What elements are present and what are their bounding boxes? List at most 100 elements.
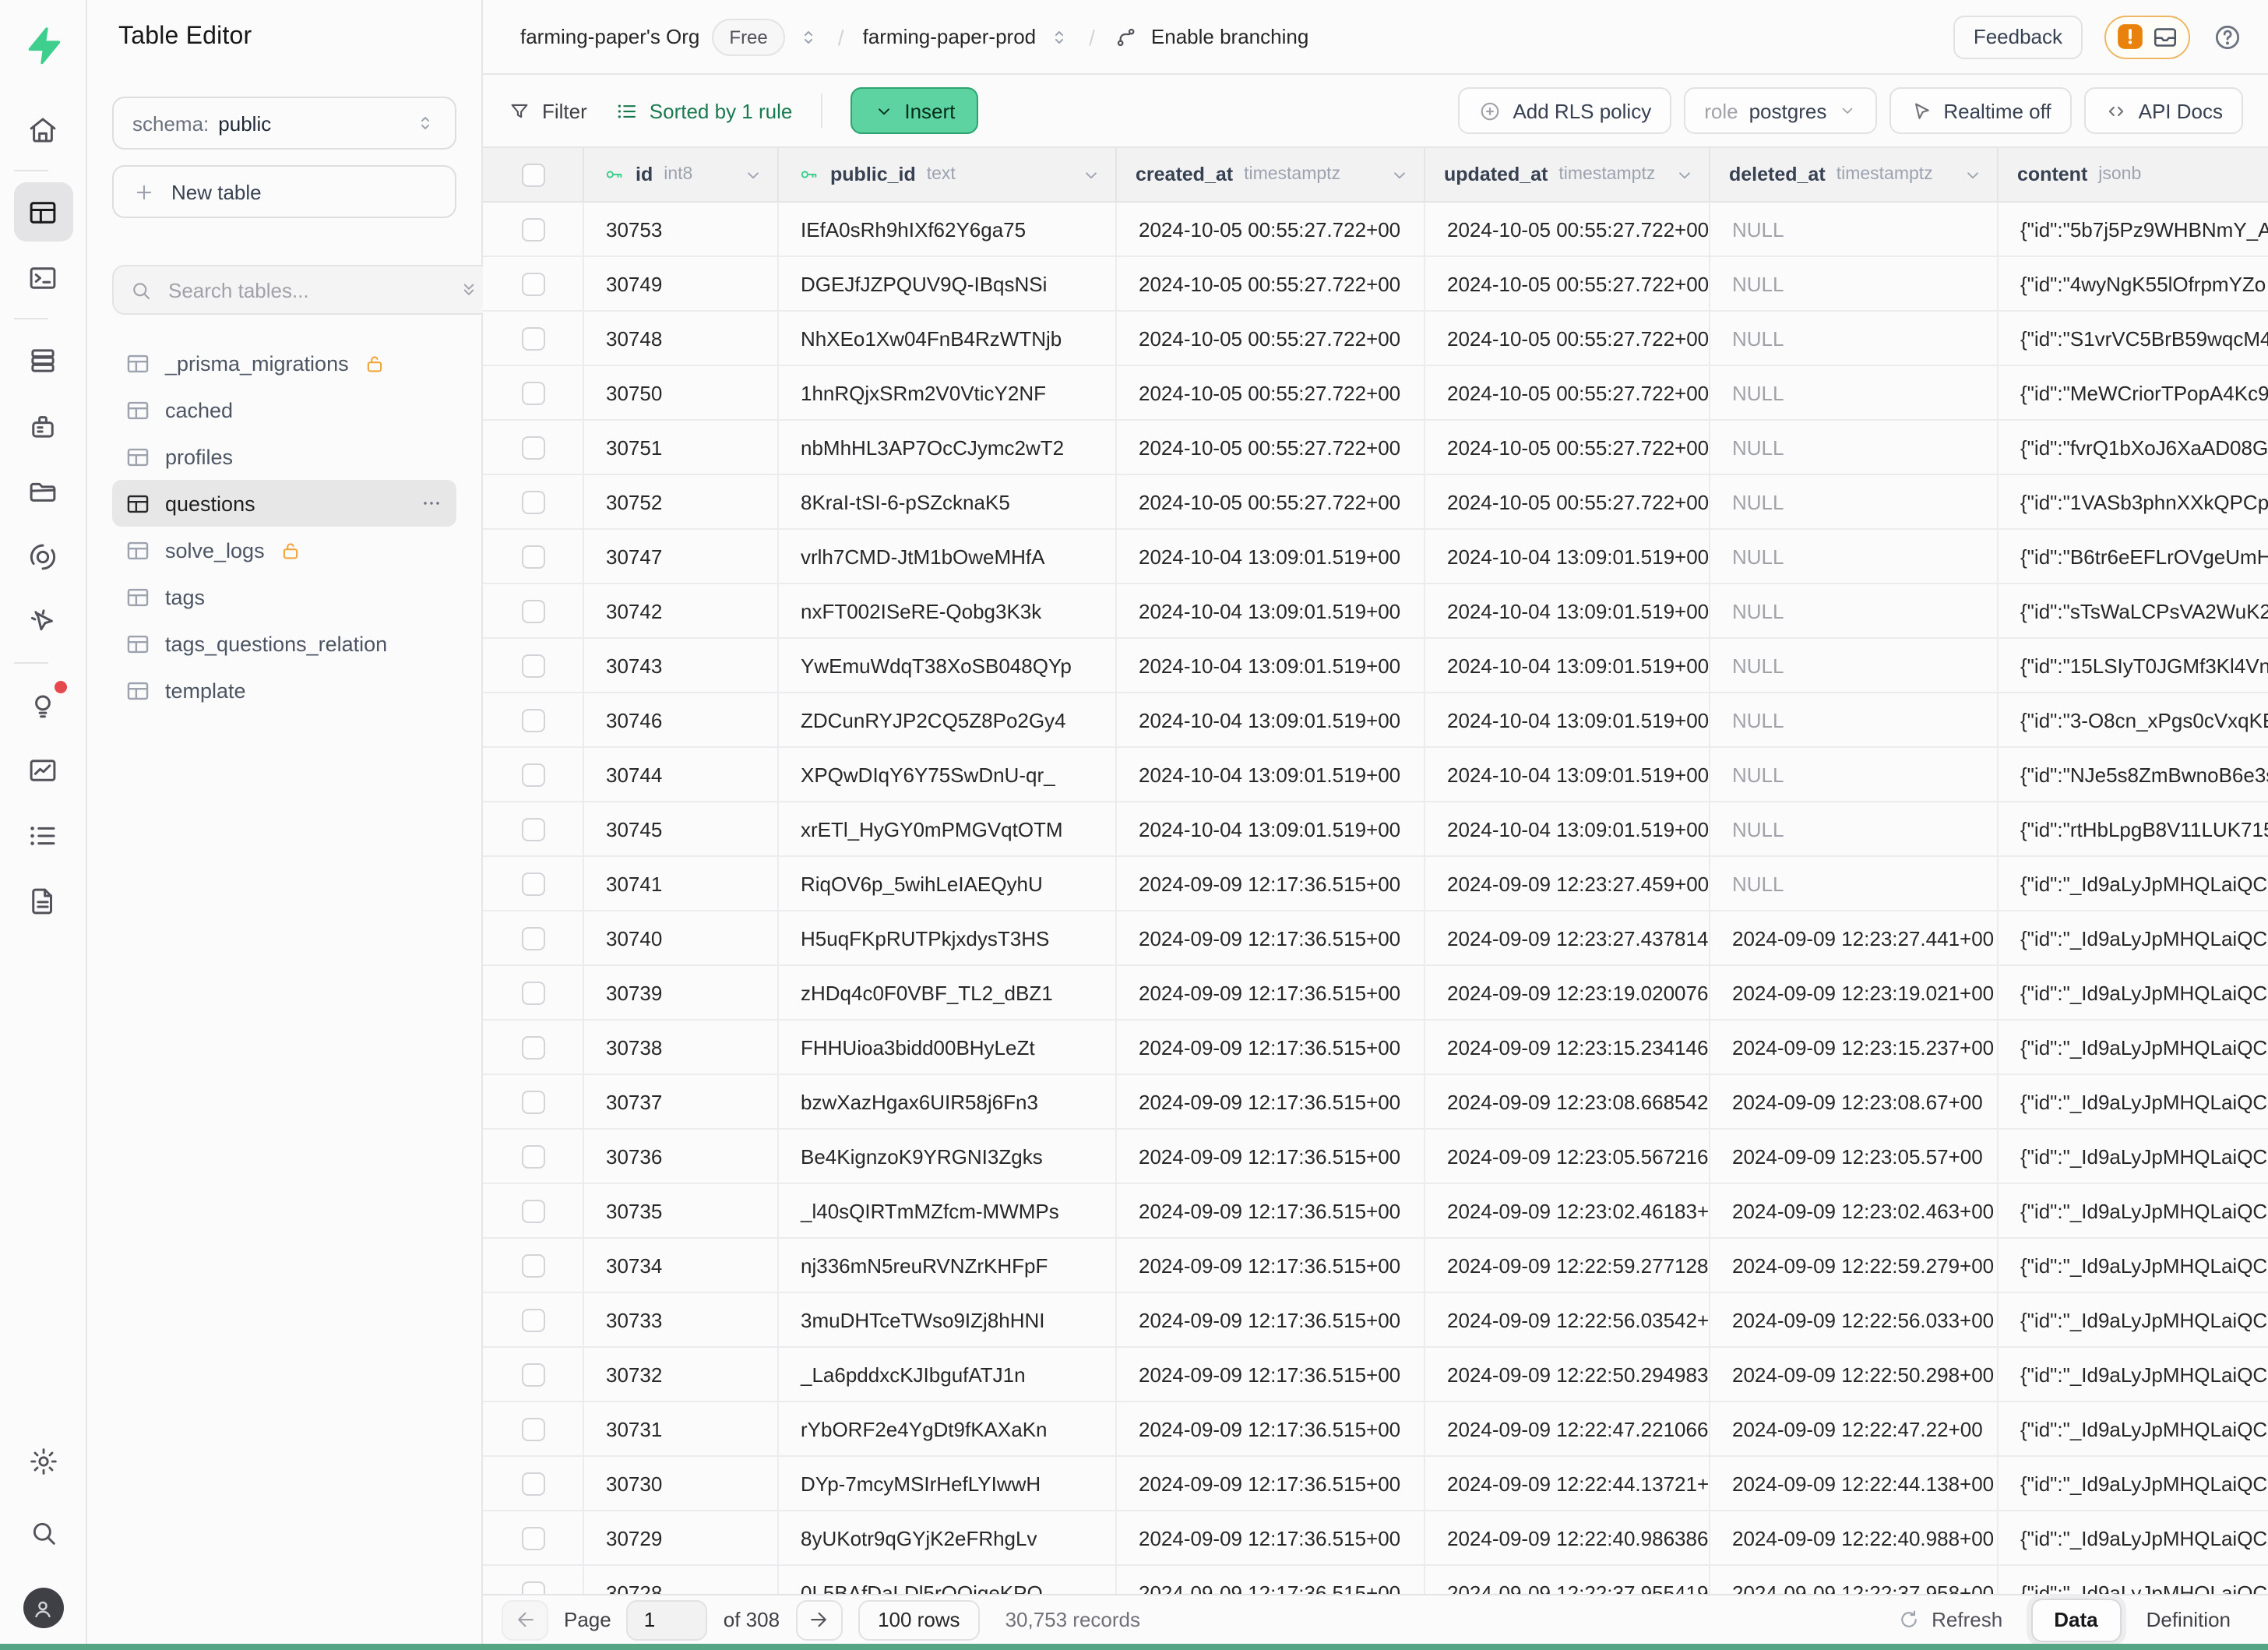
sidebar-item-template[interactable]: template	[112, 667, 456, 714]
cell-public_id[interactable]: RiqOV6p_5wihLeIAEQyhU	[779, 857, 1117, 910]
more-options-icon[interactable]	[419, 491, 444, 516]
cell-deleted_at[interactable]: 2024-09-09 12:22:47.22+00	[1710, 1402, 1999, 1455]
row-checkbox[interactable]	[521, 1417, 544, 1440]
help-icon[interactable]	[2212, 21, 2243, 52]
cell-id[interactable]: 30728	[584, 1566, 779, 1594]
cell-content[interactable]: {"id":"MeWCriorTPopA4Kc9	[1999, 366, 2268, 419]
select-all-checkbox[interactable]	[521, 163, 544, 186]
cell-created_at[interactable]: 2024-09-09 12:17:36.515+00	[1117, 857, 1425, 910]
cell-content[interactable]: {"id":"_Id9aLyJpMHQLaiQC	[1999, 1075, 2268, 1128]
cell-updated_at[interactable]: 2024-10-04 13:09:01.519+00	[1425, 802, 1710, 855]
rail-item-api-docs[interactable]	[13, 871, 72, 930]
cell-public_id[interactable]: 8KraI-tSI-6-pSZcknaK5	[779, 475, 1117, 528]
cell-id[interactable]: 30744	[584, 748, 779, 801]
row-checkbox[interactable]	[521, 381, 544, 404]
cell-deleted_at[interactable]: NULL	[1710, 257, 1999, 310]
sidebar-item-tags[interactable]: tags	[112, 573, 456, 620]
cell-id[interactable]: 30751	[584, 421, 779, 474]
cell-public_id[interactable]: rYbORF2e4YgDt9fKAXaKn	[779, 1402, 1117, 1455]
cell-created_at[interactable]: 2024-10-04 13:09:01.519+00	[1117, 693, 1425, 746]
cell-public_id[interactable]: bzwXazHgax6UIR58j6Fn3	[779, 1075, 1117, 1128]
cell-updated_at[interactable]: 2024-09-09 12:22:50.294983+00	[1425, 1348, 1710, 1401]
cell-updated_at[interactable]: 2024-09-09 12:23:05.567216+00	[1425, 1130, 1710, 1183]
cell-created_at[interactable]: 2024-09-09 12:17:36.515+00	[1117, 1457, 1425, 1510]
row-checkbox[interactable]	[521, 763, 544, 786]
org-name[interactable]: farming-paper's Org	[520, 25, 699, 48]
user-avatar[interactable]	[23, 1588, 63, 1628]
cell-content[interactable]: {"id":"5b7j5Pz9WHBNmY_A	[1999, 203, 2268, 256]
row-checkbox[interactable]	[521, 1581, 544, 1594]
cell-created_at[interactable]: 2024-09-09 12:17:36.515+00	[1117, 1184, 1425, 1237]
realtime-toggle-button[interactable]: Realtime off	[1889, 87, 2071, 134]
cell-updated_at[interactable]: 2024-09-09 12:22:40.986386+00	[1425, 1511, 1710, 1564]
insert-button[interactable]: Insert	[850, 87, 978, 134]
cell-public_id[interactable]: YwEmuWdqT38XoSB048QYp	[779, 639, 1117, 692]
row-checkbox[interactable]	[521, 326, 544, 350]
cell-updated_at[interactable]: 2024-10-05 00:55:27.722+00	[1425, 203, 1710, 256]
row-checkbox[interactable]	[521, 1253, 544, 1277]
cell-public_id[interactable]: DGEJfJZPQUV9Q-IBqsNSi	[779, 257, 1117, 310]
column-menu-icon[interactable]	[1081, 164, 1101, 185]
column-menu-icon[interactable]	[743, 164, 763, 185]
cell-updated_at[interactable]: 2024-10-04 13:09:01.519+00	[1425, 639, 1710, 692]
cell-deleted_at[interactable]: NULL	[1710, 203, 1999, 256]
cell-id[interactable]: 30747	[584, 530, 779, 583]
column-menu-icon[interactable]	[1675, 164, 1695, 185]
supabase-logo[interactable]	[13, 16, 72, 75]
cell-created_at[interactable]: 2024-10-04 13:09:01.519+00	[1117, 584, 1425, 637]
cell-id[interactable]: 30746	[584, 693, 779, 746]
cell-content[interactable]: {"id":"sTsWaLCPsVA2WuK2	[1999, 584, 2268, 637]
cell-deleted_at[interactable]: NULL	[1710, 584, 1999, 637]
cell-content[interactable]: {"id":"S1vrVC5BrB59wqcM4	[1999, 312, 2268, 365]
cell-deleted_at[interactable]: 2024-09-09 12:23:15.237+00	[1710, 1021, 1999, 1074]
cell-created_at[interactable]: 2024-09-09 12:17:36.515+00	[1117, 1348, 1425, 1401]
cell-id[interactable]: 30735	[584, 1184, 779, 1237]
cell-id[interactable]: 30733	[584, 1293, 779, 1346]
cell-content[interactable]: {"id":"B6tr6eEFLrOVgeUmH	[1999, 530, 2268, 583]
cell-id[interactable]: 30749	[584, 257, 779, 310]
cell-id[interactable]: 30731	[584, 1402, 779, 1455]
row-checkbox[interactable]	[521, 1526, 544, 1550]
cell-updated_at[interactable]: 2024-09-09 12:22:37.955419+00	[1425, 1566, 1710, 1594]
notifications-pill[interactable]	[2104, 15, 2190, 58]
column-menu-icon[interactable]	[1963, 164, 1983, 185]
cell-public_id[interactable]: nj336mN5reuRVNZrKHFpF	[779, 1239, 1117, 1292]
cell-id[interactable]: 30732	[584, 1348, 779, 1401]
cell-deleted_at[interactable]: NULL	[1710, 475, 1999, 528]
cell-content[interactable]: {"id":"_Id9aLyJpMHQLaiQC	[1999, 1293, 2268, 1346]
cell-id[interactable]: 30753	[584, 203, 779, 256]
cell-created_at[interactable]: 2024-09-09 12:17:36.515+00	[1117, 1075, 1425, 1128]
cell-updated_at[interactable]: 2024-10-05 00:55:27.722+00	[1425, 475, 1710, 528]
rail-item-logs[interactable]	[13, 806, 72, 865]
cell-public_id[interactable]: nxFT002ISeRE-Qobg3K3k	[779, 584, 1117, 637]
cell-id[interactable]: 30745	[584, 802, 779, 855]
cell-content[interactable]: {"id":"_Id9aLyJpMHQLaiQC	[1999, 1021, 2268, 1074]
cell-updated_at[interactable]: 2024-10-05 00:55:27.722+00	[1425, 257, 1710, 310]
refresh-button[interactable]: Refresh	[1897, 1608, 2002, 1631]
row-checkbox[interactable]	[521, 435, 544, 459]
cell-updated_at[interactable]: 2024-10-04 13:09:01.519+00	[1425, 530, 1710, 583]
cell-public_id[interactable]: zHDq4c0F0VBF_TL2_dBZ1	[779, 966, 1117, 1019]
sidebar-item-solve_logs[interactable]: solve_logs	[112, 527, 456, 573]
rail-item-search[interactable]	[13, 1504, 72, 1563]
row-checkbox[interactable]	[521, 272, 544, 295]
column-header-updated_at[interactable]: updated_attimestamptz	[1425, 148, 1710, 201]
cell-created_at[interactable]: 2024-09-09 12:17:36.515+00	[1117, 1021, 1425, 1074]
cell-created_at[interactable]: 2024-10-04 13:09:01.519+00	[1117, 748, 1425, 801]
cell-updated_at[interactable]: 2024-10-05 00:55:27.722+00	[1425, 312, 1710, 365]
cell-public_id[interactable]: H5uqFKpRUTPkjxdysT3HS	[779, 911, 1117, 964]
rail-item-advisors[interactable]	[13, 675, 72, 734]
cell-content[interactable]: {"id":"_Id9aLyJpMHQLaiQC	[1999, 1348, 2268, 1401]
cell-public_id[interactable]: _l40sQIRTmMZfcm-MWMPs	[779, 1184, 1117, 1237]
sidebar-item-cached[interactable]: cached	[112, 386, 456, 433]
cell-updated_at[interactable]: 2024-09-09 12:22:44.13721+00	[1425, 1457, 1710, 1510]
cell-deleted_at[interactable]: 2024-09-09 12:23:08.67+00	[1710, 1075, 1999, 1128]
cell-deleted_at[interactable]: 2024-09-09 12:22:44.138+00	[1710, 1457, 1999, 1510]
cell-id[interactable]: 30750	[584, 366, 779, 419]
cell-id[interactable]: 30743	[584, 639, 779, 692]
cell-id[interactable]: 30729	[584, 1511, 779, 1564]
tab-definition[interactable]: Definition	[2128, 1599, 2249, 1640]
row-checkbox[interactable]	[521, 1090, 544, 1113]
sidebar-item-questions[interactable]: questions	[112, 480, 456, 527]
column-header-deleted_at[interactable]: deleted_attimestamptz	[1710, 148, 1999, 201]
